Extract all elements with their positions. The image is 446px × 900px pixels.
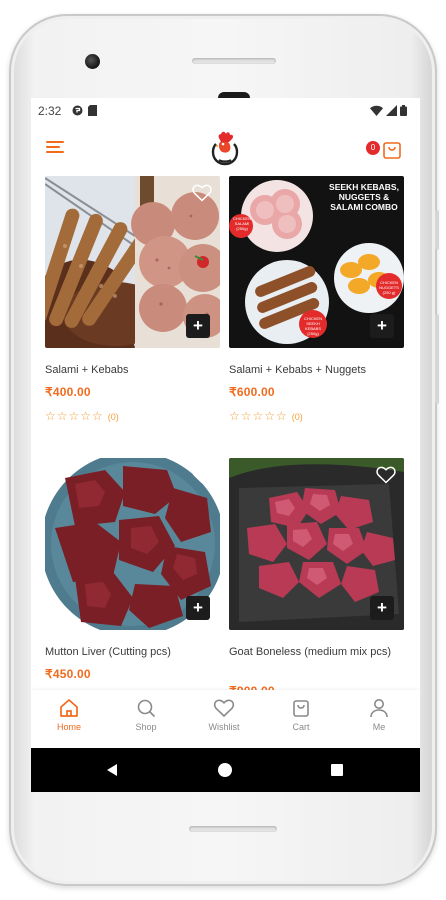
product-name[interactable]: Salami + Kebabs + Nuggets bbox=[229, 364, 366, 376]
wishlist-heart-icon[interactable] bbox=[192, 184, 212, 202]
image-badge-salami: CHICKEN SALAMI (250g) bbox=[232, 216, 251, 231]
nav-shop-label: Shop bbox=[135, 722, 157, 732]
nav-cart-label: Cart bbox=[292, 722, 310, 732]
product-image[interactable]: SEEKH KEBABS, NUGGETS & SALAMI COMBO CHI… bbox=[229, 176, 404, 348]
bag-icon bbox=[293, 700, 309, 717]
nav-home-label: Home bbox=[56, 722, 81, 732]
wishlist-heart-icon[interactable] bbox=[376, 466, 396, 484]
nav-wishlist-label: Wishlist bbox=[208, 722, 240, 732]
product-card[interactable]: + Salami + Kebabs ₹400.00 ☆☆☆☆☆ (0) bbox=[45, 176, 220, 436]
nav-cart[interactable]: Cart bbox=[271, 698, 331, 732]
sim-card-icon bbox=[88, 105, 97, 119]
product-rating: ☆☆☆☆☆ (0) bbox=[229, 409, 303, 423]
home-icon bbox=[60, 699, 78, 717]
rating-stars-icon: ☆☆☆☆☆ bbox=[45, 409, 104, 423]
add-to-cart-button[interactable]: + bbox=[186, 596, 210, 620]
status-bar: 2:32 bbox=[31, 98, 420, 124]
product-image[interactable]: + bbox=[45, 176, 220, 348]
add-to-cart-button[interactable]: + bbox=[370, 596, 394, 620]
nav-me-label: Me bbox=[372, 722, 386, 732]
signal-icon bbox=[386, 105, 397, 119]
battery-icon bbox=[400, 105, 407, 119]
product-price: ₹600.00 bbox=[229, 385, 275, 399]
rating-count: (0) bbox=[107, 412, 119, 422]
nav-home[interactable]: Home bbox=[39, 698, 99, 732]
product-name[interactable]: Mutton Liver (Cutting pcs) bbox=[45, 646, 171, 658]
app-screen: 2:32 0 + Salami + Kebabs ₹400.00 ☆☆☆☆☆ (… bbox=[31, 98, 420, 792]
shopping-bag-icon bbox=[381, 138, 403, 160]
power-button bbox=[435, 210, 439, 250]
volume-button bbox=[435, 314, 439, 404]
back-icon[interactable] bbox=[105, 763, 119, 782]
nav-me[interactable]: Me bbox=[349, 698, 409, 732]
nav-shop[interactable]: Shop bbox=[116, 698, 176, 732]
product-price: ₹400.00 bbox=[45, 385, 91, 399]
product-name[interactable]: Goat Boneless (medium mix pcs) bbox=[229, 644, 397, 660]
user-icon bbox=[370, 699, 388, 718]
top-speaker bbox=[192, 58, 276, 64]
bottom-navigation: Home Shop Wishlist Cart Me bbox=[31, 690, 420, 748]
image-badge-kebabs: CHICKEN SEEKH KEBABS (250g) bbox=[303, 316, 322, 336]
cart-count-badge: 0 bbox=[366, 141, 380, 155]
rating-count: (0) bbox=[291, 412, 303, 422]
menu-icon[interactable] bbox=[46, 141, 64, 155]
app-bar: 0 bbox=[31, 124, 420, 172]
bottom-speaker bbox=[189, 826, 277, 832]
product-name[interactable]: Salami + Kebabs bbox=[45, 364, 128, 376]
add-to-cart-button[interactable]: + bbox=[370, 314, 394, 338]
nav-wishlist[interactable]: Wishlist bbox=[194, 698, 254, 732]
image-badge-nuggets: CHICKEN NUGGETS (250 g) bbox=[379, 280, 399, 295]
wifi-icon bbox=[370, 105, 383, 119]
image-caption-title: SEEKH KEBABS, NUGGETS & SALAMI COMBO bbox=[329, 182, 399, 212]
product-card[interactable]: + Mutton Liver (Cutting pcs) ₹450.00 bbox=[45, 458, 220, 688]
app-notification-icon bbox=[72, 105, 83, 119]
heart-icon bbox=[213, 699, 235, 718]
product-card[interactable]: SEEKH KEBABS, NUGGETS & SALAMI COMBO CHI… bbox=[229, 176, 404, 436]
brand-logo bbox=[207, 130, 243, 170]
add-to-cart-button[interactable]: + bbox=[186, 314, 210, 338]
wishlist-heart-icon[interactable] bbox=[192, 466, 212, 484]
header-cart-button[interactable]: 0 bbox=[366, 138, 406, 160]
product-image[interactable]: + bbox=[45, 458, 220, 630]
front-camera bbox=[85, 54, 100, 69]
product-card[interactable]: + Goat Boneless (medium mix pcs) ₹900.00 bbox=[229, 458, 404, 698]
status-time: 2:32 bbox=[38, 104, 62, 118]
product-rating: ☆☆☆☆☆ (0) bbox=[45, 409, 119, 423]
system-navigation-bar bbox=[31, 748, 420, 792]
recent-apps-icon[interactable] bbox=[331, 764, 343, 776]
rating-stars-icon: ☆☆☆☆☆ bbox=[229, 409, 288, 423]
product-price: ₹450.00 bbox=[45, 667, 91, 681]
product-image[interactable]: + bbox=[229, 458, 404, 630]
home-button-icon[interactable] bbox=[218, 763, 232, 777]
search-icon bbox=[137, 699, 156, 718]
